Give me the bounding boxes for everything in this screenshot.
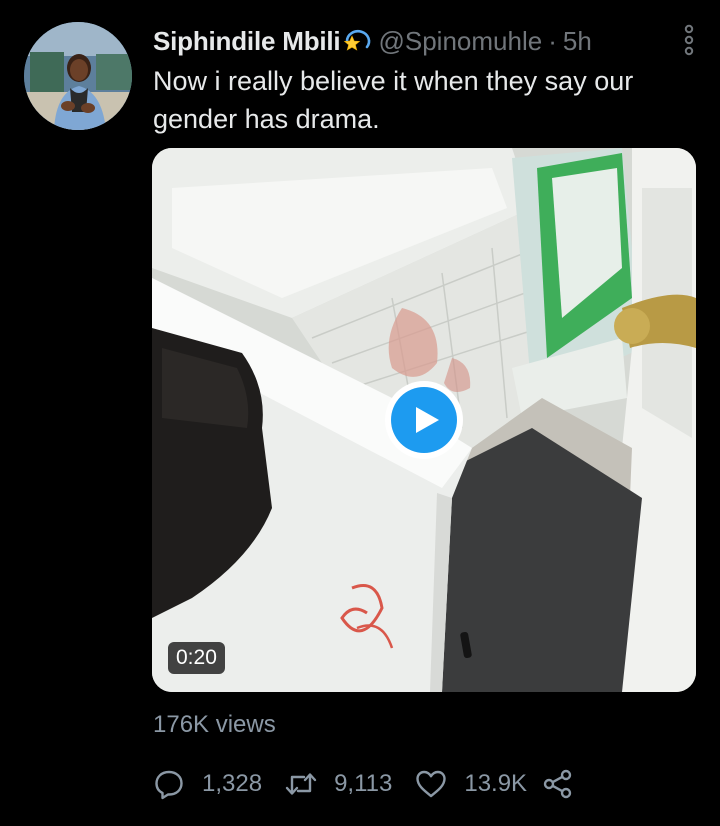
reply-icon	[155, 770, 183, 800]
reply-button[interactable]: 1,328	[152, 767, 262, 801]
play-button[interactable]	[385, 381, 463, 459]
retweet-icon	[285, 773, 317, 795]
like-icon	[416, 770, 447, 798]
retweet-button[interactable]: 9,113	[284, 767, 392, 801]
separator-dot: ·	[548, 25, 557, 56]
action-bar: 1,328 9,113 13.9K	[152, 762, 575, 806]
share-button[interactable]	[541, 767, 575, 801]
share-icon	[543, 769, 572, 799]
tweet: Siphindile Mbili @Spinomuhle · 5h Now i …	[0, 0, 720, 826]
tweet-header: Siphindile Mbili @Spinomuhle · 5h	[153, 24, 696, 58]
dizzy-emoji-icon	[342, 27, 374, 55]
display-name[interactable]: Siphindile Mbili	[153, 26, 341, 57]
author-avatar[interactable]	[24, 22, 132, 130]
timestamp[interactable]: 5h	[563, 26, 592, 57]
video-player[interactable]: 0:20	[152, 148, 696, 692]
more-options-icon[interactable]	[680, 24, 698, 56]
reply-count: 1,328	[202, 770, 263, 797]
video-duration: 0:20	[168, 642, 225, 674]
author-handle[interactable]: @Spinomuhle	[378, 26, 542, 57]
play-icon	[391, 387, 457, 453]
like-button[interactable]: 13.9K	[414, 767, 527, 801]
tweet-text: Now i really believe it when they say ou…	[153, 66, 634, 134]
view-count: 176K views	[153, 711, 276, 738]
retweet-count: 9,113	[334, 770, 393, 797]
like-count: 13.9K	[464, 770, 528, 797]
